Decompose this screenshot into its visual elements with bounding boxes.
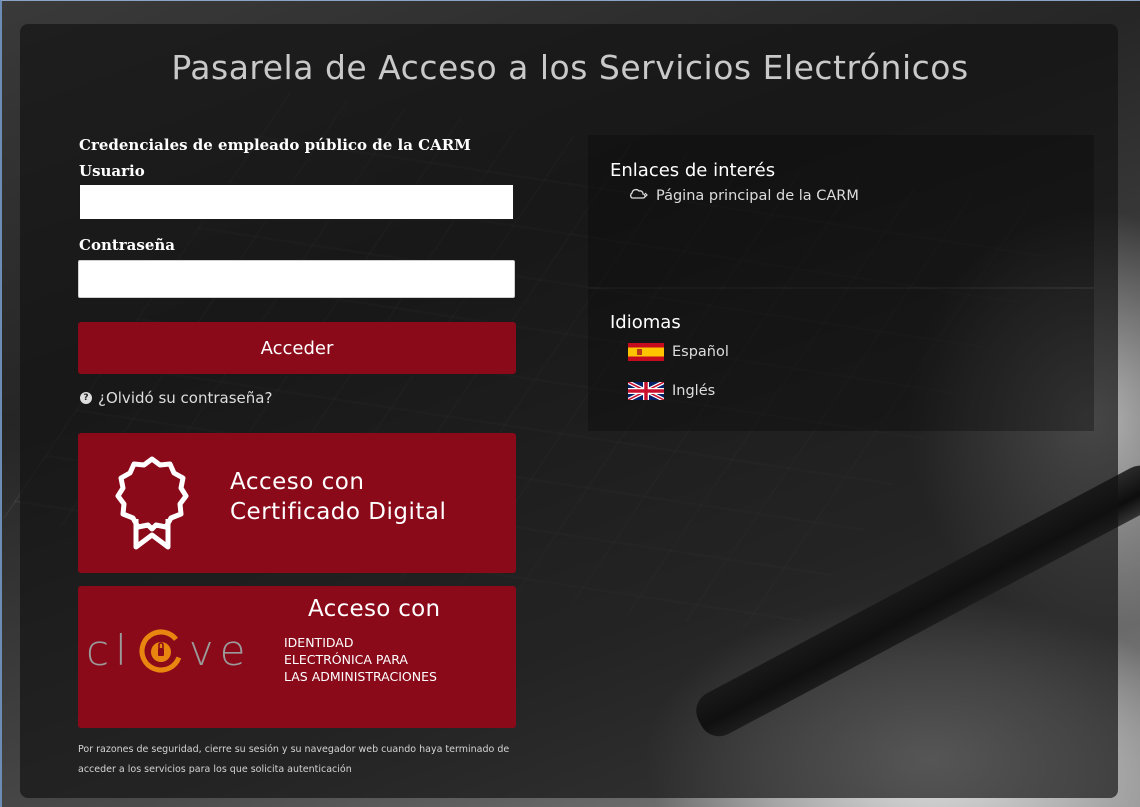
certificate-ribbon-icon <box>114 455 190 555</box>
forgot-password-link[interactable]: ? ¿Olvidó su contraseña? <box>80 389 272 407</box>
certificate-line1: Acceso con <box>230 469 365 495</box>
clave-subtitle: IDENTIDAD ELECTRÓNICA PARA LAS ADMINISTR… <box>284 634 437 685</box>
language-label: Inglés <box>672 383 716 399</box>
spain-flag-icon <box>628 343 664 361</box>
credentials-heading: Credenciales de empleado público de la C… <box>79 136 471 154</box>
certificate-text: Acceso con Certificado Digital <box>230 467 446 527</box>
language-spanish[interactable]: Español <box>628 343 729 361</box>
language-label: Español <box>672 344 729 360</box>
clave-logo-left: cl <box>86 626 133 675</box>
clave-login-button[interactable]: Acceso con cl ve IDENTIDAD ELECTRÓNICA P… <box>78 586 516 728</box>
links-title: Enlaces de interés <box>610 160 776 181</box>
password-label: Contraseña <box>79 236 176 254</box>
languages-title: Idiomas <box>610 312 681 333</box>
clave-at-icon <box>137 627 185 675</box>
password-input[interactable] <box>78 260 515 298</box>
language-english[interactable]: Inglés <box>628 382 715 400</box>
uk-flag-icon <box>628 382 664 400</box>
question-circle-icon: ? <box>80 392 92 404</box>
page-title: Pasarela de Acceso a los Servicios Elect… <box>171 48 969 87</box>
forgot-password-label: ¿Olvidó su contraseña? <box>98 389 273 407</box>
certificate-line2: Certificado Digital <box>230 499 447 525</box>
languages-box: Idiomas Español Inglés <box>588 289 1094 431</box>
clave-subtitle-line3: LAS ADMINISTRACIONES <box>284 669 437 684</box>
link-label: Página principal de la CARM <box>656 188 859 204</box>
acceder-button[interactable]: Acceder <box>78 322 516 374</box>
clave-subtitle-line2: ELECTRÓNICA PARA <box>284 652 408 667</box>
security-notice: Por razones de seguridad, cierre su sesi… <box>78 744 510 775</box>
clave-logo-right: ve <box>188 626 252 675</box>
links-box: Enlaces de interés Página principal de l… <box>588 135 1094 287</box>
certificate-login-button[interactable]: Acceso con Certificado Digital <box>78 433 516 573</box>
username-label: Usuario <box>79 162 145 180</box>
clave-subtitle-line1: IDENTIDAD <box>284 635 354 650</box>
link-carm-home[interactable]: Página principal de la CARM <box>628 188 859 204</box>
clave-title: Acceso con <box>308 596 441 622</box>
username-input[interactable] <box>78 183 515 221</box>
cloud-icon <box>628 188 648 204</box>
clave-logo: cl ve <box>86 626 251 675</box>
